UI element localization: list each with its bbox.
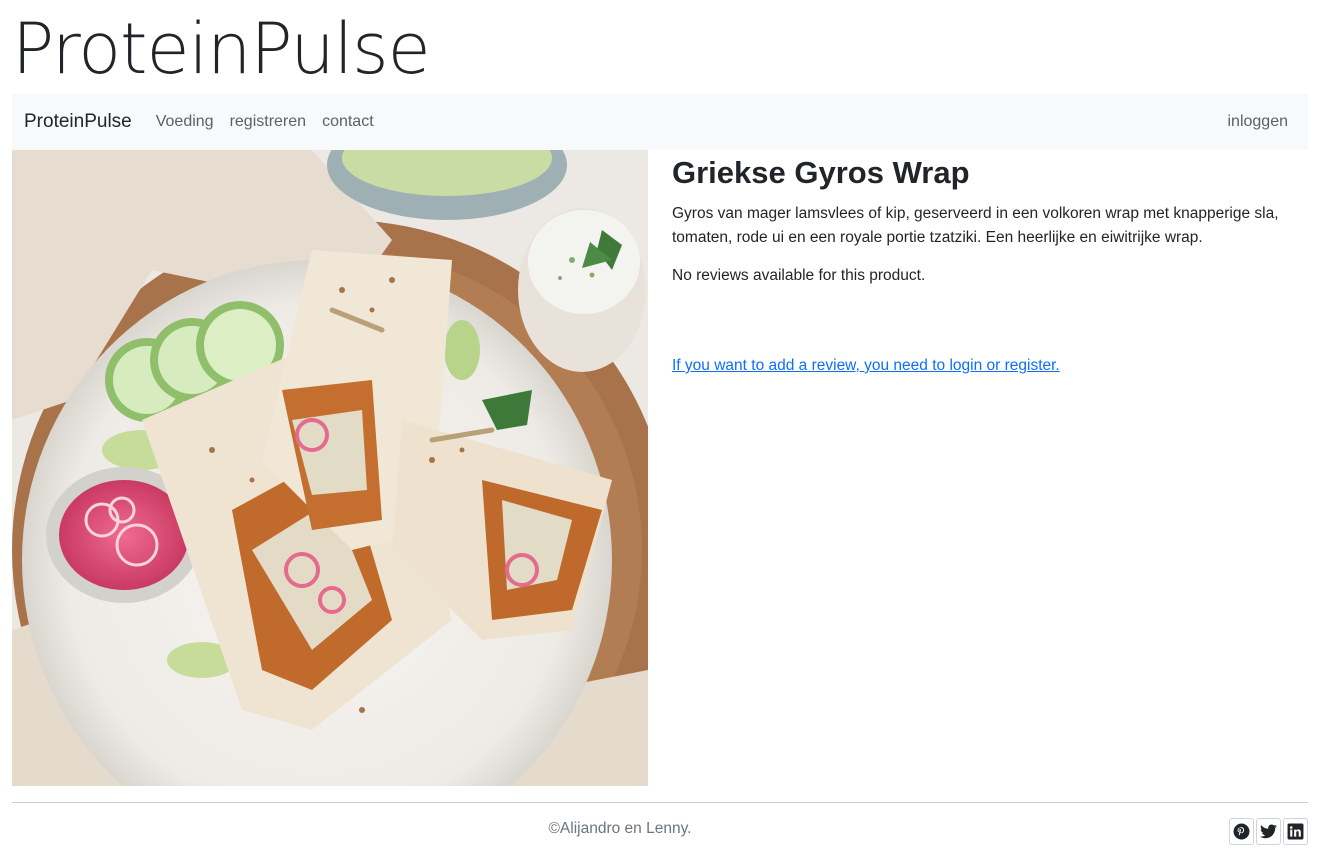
nav-link-contact[interactable]: contact	[322, 113, 374, 131]
product-info: Griekse Gyros Wrap Gyros van mager lamsv…	[672, 150, 1302, 378]
twitter-icon[interactable]	[1256, 818, 1281, 845]
site-title: ProteinPulse	[12, 8, 431, 90]
pinterest-icon[interactable]	[1229, 818, 1254, 845]
footer-divider	[12, 802, 1308, 803]
nav-link-voeding[interactable]: Voeding	[156, 113, 214, 131]
footer-copyright: ©Alijandro en Lenny.	[548, 820, 692, 837]
product-description: Gyros van mager lamsvlees of kip, geserv…	[672, 205, 1279, 246]
add-review-login-link[interactable]: If you want to add a review, you need to…	[672, 354, 1060, 378]
navbar: ProteinPulse Voeding registreren contact…	[12, 94, 1308, 150]
gyros-wrap-photo	[12, 150, 648, 786]
nav-link-inloggen[interactable]: inloggen	[1228, 113, 1289, 131]
no-reviews-text: No reviews available for this product.	[672, 267, 926, 284]
social-links	[1229, 818, 1308, 845]
nav-link-registreren[interactable]: registreren	[230, 113, 306, 131]
navbar-brand[interactable]: ProteinPulse	[24, 111, 132, 133]
product-image	[12, 150, 648, 786]
linkedin-icon[interactable]	[1283, 818, 1308, 845]
product-title: Griekse Gyros Wrap	[672, 155, 970, 190]
